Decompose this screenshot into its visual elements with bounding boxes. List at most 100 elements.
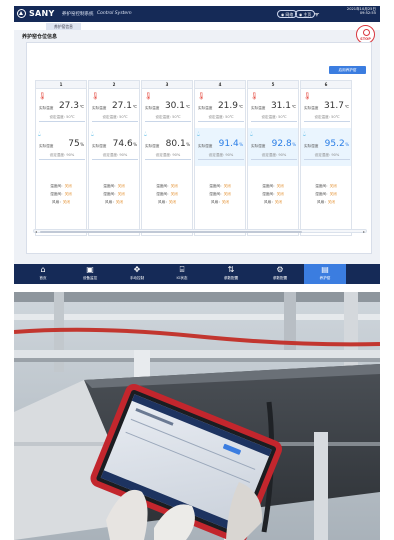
temp-valve-value: 关闭 <box>64 184 72 188</box>
kiln-icon: ▤ <box>321 265 329 274</box>
column-number: 2 <box>89 81 139 89</box>
fan-value: 关闭 <box>221 200 229 204</box>
temp-valve-label: 温度阀 <box>209 184 220 188</box>
set-hum-label: 设定湿度 <box>314 153 329 157</box>
actual-hum-value: 74.6% <box>113 139 137 149</box>
humidity-icon: 💧︎ <box>144 130 147 138</box>
tab-strip: 养护窑信息 <box>14 22 380 30</box>
kiln-column[interactable]: 6 🌡︎ 实际温度 31.7℃ 设定温度: 50℃ 💧︎ 实际湿度 95.2% … <box>300 80 352 236</box>
hum-valve-label: 湿度阀 <box>209 192 220 196</box>
scroll-right-icon[interactable]: ▸ <box>363 229 365 234</box>
set-temp-value: 50℃ <box>278 115 287 119</box>
set-temp-value: 50℃ <box>331 115 340 119</box>
temp-unit: ℃ <box>344 104 350 109</box>
temp-unit: ℃ <box>238 104 244 109</box>
temp-valve-label: 温度阀 <box>315 184 326 188</box>
fan-value: 关闭 <box>168 200 176 204</box>
hum-unit: % <box>292 142 296 147</box>
fan-status: 风扇：关闭 <box>317 200 335 204</box>
set-temp-label: 设定温度 <box>261 115 276 119</box>
kiln-column[interactable]: 1 🌡︎ 实际温度 27.3℃ 设定温度: 50℃ 💧︎ 实际湿度 75% 设定… <box>35 80 87 236</box>
sliders-icon: ⇅ <box>227 265 235 274</box>
set-hum: 设定湿度: 90% <box>198 153 244 160</box>
nav-label: 参数配置 <box>272 276 288 280</box>
kiln-column[interactable]: 5 🌡︎ 实际温度 31.1℃ 设定温度: 50℃ 💧︎ 实际湿度 92.8% … <box>247 80 299 236</box>
sany-logo-icon <box>17 9 26 18</box>
hum-valve-status: 湿度阀：关闭 <box>50 192 72 196</box>
nav-item[interactable]: ⌂ 首页 <box>22 264 64 284</box>
nav-item[interactable]: ⚙ 参数配置 <box>259 264 301 284</box>
gear-icon: ⚙ <box>276 265 284 274</box>
kiln-column[interactable]: 3 🌡︎ 实际温度 30.1℃ 设定温度: 50℃ 💧︎ 实际湿度 80.1% … <box>141 80 193 236</box>
scrollbar-thumb[interactable] <box>40 230 302 233</box>
hum-valve-label: 湿度阀 <box>315 192 326 196</box>
hum-valve-label: 湿度阀 <box>50 192 61 196</box>
tab-kiln-info[interactable]: 养护窑信息 <box>46 23 81 30</box>
set-hum-value: 90% <box>119 153 128 157</box>
set-hum-value: 90% <box>66 153 75 157</box>
hum-valve-label: 湿度阀 <box>262 192 273 196</box>
temp-valve-label: 温度阀 <box>50 184 61 188</box>
set-hum-value: 90% <box>225 153 234 157</box>
actual-hum-number: 75 <box>68 139 80 149</box>
actual-hum-label: 实际湿度 <box>198 144 213 148</box>
actual-temp-label: 实际温度 <box>198 106 213 110</box>
actual-hum-label: 实际湿度 <box>145 144 160 148</box>
stop-label: STOP <box>360 37 371 41</box>
nav-item[interactable]: ▣ 设备监控 <box>69 264 111 284</box>
nav-label: 首页 <box>39 276 47 280</box>
set-hum: 设定湿度: 90% <box>145 153 191 160</box>
actual-hum-number: 91.4 <box>218 139 239 149</box>
hum-unit: % <box>345 142 349 147</box>
kiln-panel: 启用养护窑 1 🌡︎ 实际温度 27.3℃ 设定温度: 50℃ 💧︎ 实际湿度 … <box>26 42 372 254</box>
thermometer-icon: 🌡︎ <box>303 92 312 100</box>
temp-valve-status: 温度阀：关闭 <box>50 184 72 188</box>
time-text: 09:52:55 <box>359 11 376 16</box>
fan-status: 风扇：关闭 <box>264 200 282 204</box>
set-temp: 设定温度: 50℃ <box>251 115 297 122</box>
hum-valve-status: 湿度阀：关闭 <box>262 192 284 196</box>
temp-unit: ℃ <box>79 104 85 109</box>
fan-value: 关闭 <box>62 200 70 204</box>
hum-valve-status: 湿度阀：关闭 <box>315 192 337 196</box>
actual-hum-value: 80.1% <box>166 139 190 149</box>
temp-valve-status: 温度阀：关闭 <box>156 184 178 188</box>
enable-kiln-button[interactable]: 启用养护窑 <box>329 66 366 74</box>
set-hum: 设定湿度: 90% <box>304 153 350 160</box>
temp-valve-status: 温度阀：关闭 <box>103 184 125 188</box>
actual-hum-value: 91.4% <box>219 139 243 149</box>
fan-value: 关闭 <box>115 200 123 204</box>
set-hum-value: 90% <box>331 153 340 157</box>
set-temp: 设定温度: 50℃ <box>145 115 191 122</box>
fan-label: 风扇 <box>52 200 60 204</box>
temp-valve-label: 温度阀 <box>103 184 114 188</box>
nav-item[interactable]: ⌸ IO状态 <box>161 264 203 284</box>
nav-label: 设备监控 <box>82 276 98 280</box>
temp-unit: ℃ <box>185 104 191 109</box>
hum-unit: % <box>80 142 84 147</box>
fan-status: 风扇：关闭 <box>211 200 229 204</box>
home-button[interactable]: ◉ 主页 <box>295 10 316 18</box>
kiln-column[interactable]: 2 🌡︎ 实际温度 27.1℃ 设定温度: 50℃ 💧︎ 实际湿度 74.6% … <box>88 80 140 236</box>
actual-hum-number: 92.8 <box>271 139 292 149</box>
set-hum-label: 设定湿度 <box>208 153 223 157</box>
horizontal-scrollbar[interactable]: ◂ ▸ <box>33 229 367 234</box>
hum-valve-label: 湿度阀 <box>156 192 167 196</box>
temp-unit: ℃ <box>291 104 297 109</box>
actual-temp-label: 实际温度 <box>39 106 54 110</box>
actual-hum-number: 95.2 <box>324 139 345 149</box>
set-temp-label: 设定温度 <box>314 115 329 119</box>
thermometer-icon: 🌡︎ <box>38 92 47 100</box>
nav-item[interactable]: ✥ 手动控制 <box>116 264 158 284</box>
set-hum-label: 设定湿度 <box>102 153 117 157</box>
nav-item[interactable]: ▤ 养护窑 <box>304 264 346 284</box>
temp-valve-status: 温度阀：关闭 <box>262 184 284 188</box>
wifi-icon: ᯤ <box>314 11 320 18</box>
column-number: 6 <box>301 81 351 89</box>
kiln-column[interactable]: 4 🌡︎ 实际温度 21.9℃ 设定温度: 50℃ 💧︎ 实际湿度 91.4% … <box>194 80 246 236</box>
hum-valve-value: 关闭 <box>223 192 231 196</box>
humidity-icon: 💧︎ <box>303 130 306 138</box>
scroll-left-icon[interactable]: ◂ <box>35 229 37 234</box>
nav-item[interactable]: ⇅ 参数配置 <box>210 264 252 284</box>
set-hum: 设定湿度: 90% <box>251 153 297 160</box>
